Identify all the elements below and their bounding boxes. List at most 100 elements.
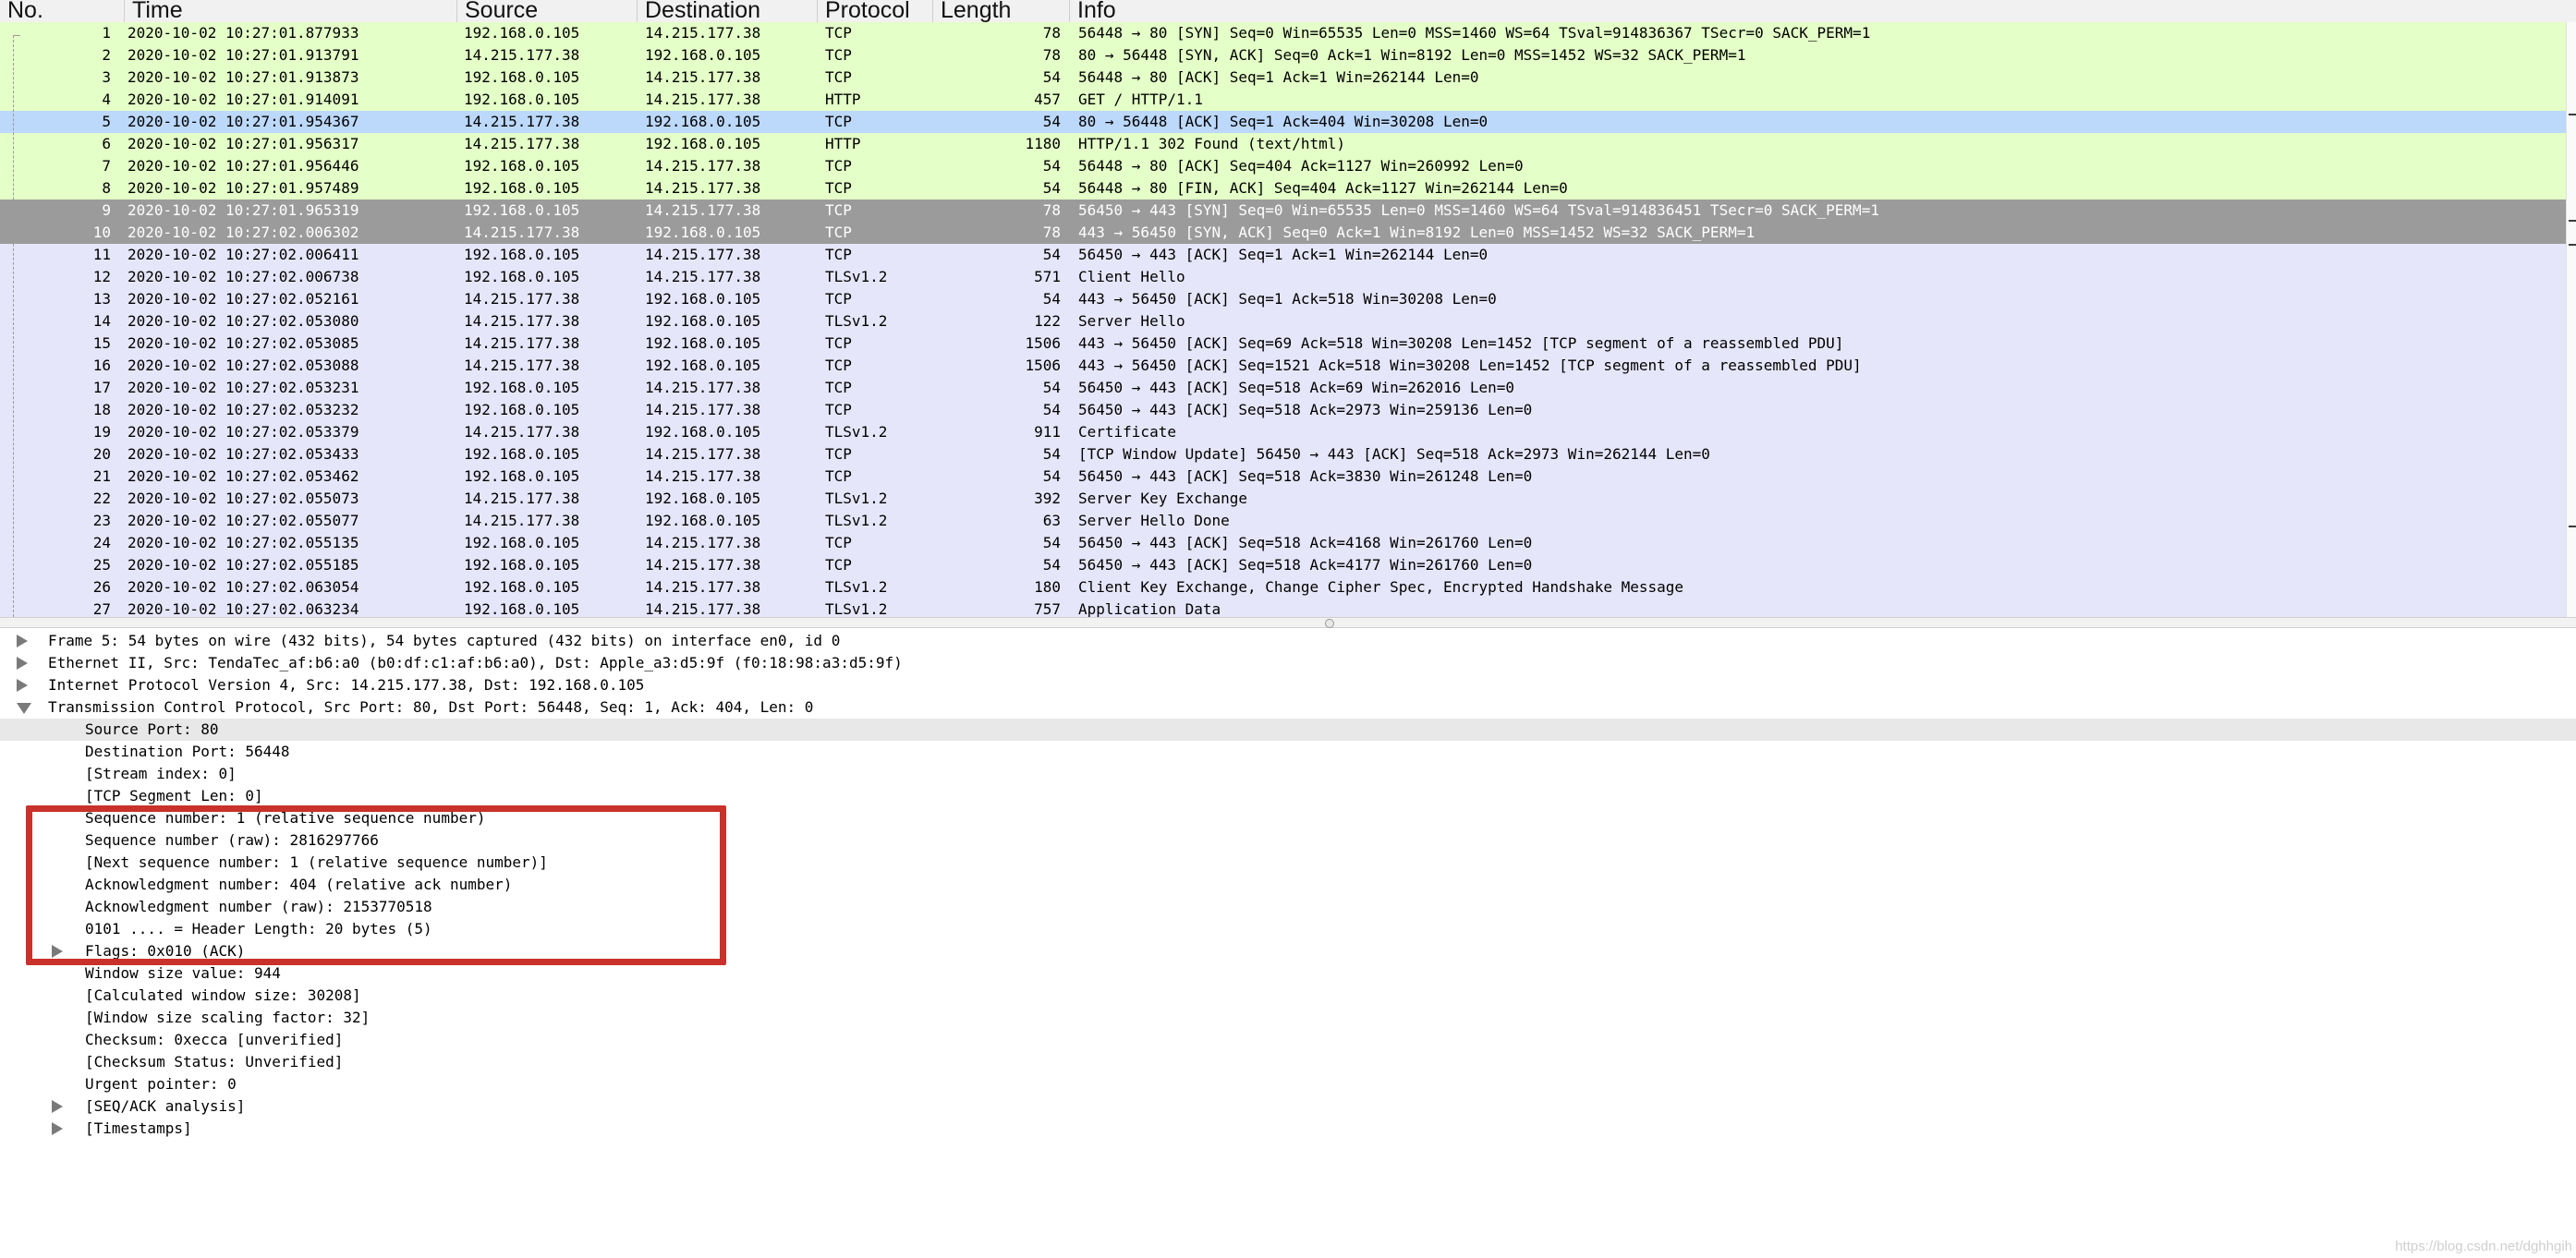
packet-row[interactable]: 25 2020-10-02 10:27:02.055185 192.168.0.10… xyxy=(0,554,2576,576)
packet-length: 54 xyxy=(1042,401,1061,418)
packet-protocol: TLSv1.2 xyxy=(825,490,888,507)
packet-source: 192.168.0.105 xyxy=(464,68,580,86)
packet-row[interactable]: 11 2020-10-02 10:27:02.006411 192.168.0.10… xyxy=(0,244,2576,266)
column-header-info[interactable]: Info xyxy=(1070,0,2576,22)
packet-length: 54 xyxy=(1042,68,1061,86)
expand-down-icon[interactable] xyxy=(17,703,31,714)
protocol-tree-node[interactable]: Frame 5: 54 bytes on wire (432 bits), 54… xyxy=(0,630,2576,652)
packet-info: Certificate xyxy=(1078,423,1176,441)
packet-length: 911 xyxy=(1034,423,1061,441)
tree-label: Transmission Control Protocol, Src Port:… xyxy=(48,698,814,716)
packet-row[interactable]: 7 2020-10-02 10:27:01.956446 192.168.0.105… xyxy=(0,155,2576,177)
expand-right-icon[interactable] xyxy=(17,679,28,692)
packet-info: 56450 → 443 [ACK] Seq=518 Ack=4177 Win=2… xyxy=(1078,556,1533,574)
packet-row[interactable]: 13 2020-10-02 10:27:02.052161 14.215.177.3… xyxy=(0,288,2576,310)
packet-row[interactable]: 9 2020-10-02 10:27:01.965319 192.168.0.105… xyxy=(0,200,2576,222)
watermark: https://blog.csdn.net/dghhgih xyxy=(2395,1239,2572,1254)
packet-destination: 192.168.0.105 xyxy=(645,423,761,441)
column-header-destination[interactable]: Destination xyxy=(638,0,818,22)
protocol-tree-field[interactable]: Urgent pointer: 0 xyxy=(0,1073,2576,1095)
packet-info: 56450 → 443 [SYN] Seq=0 Win=65535 Len=0 … xyxy=(1078,201,1879,219)
splitter-handle-icon[interactable] xyxy=(1325,619,1334,628)
column-header-time[interactable]: Time xyxy=(125,0,457,22)
packet-row[interactable]: 3 2020-10-02 10:27:01.913873 192.168.0.105… xyxy=(0,67,2576,89)
packet-info: 443 → 56450 [ACK] Seq=1521 Ack=518 Win=3… xyxy=(1078,357,1862,374)
packet-row[interactable]: 14 2020-10-02 10:27:02.053080 14.215.177.3… xyxy=(0,310,2576,333)
packet-destination: 14.215.177.38 xyxy=(645,445,761,463)
protocol-tree-node[interactable]: Internet Protocol Version 4, Src: 14.215… xyxy=(0,674,2576,696)
pane-splitter[interactable] xyxy=(0,617,2576,628)
packet-destination: 192.168.0.105 xyxy=(645,334,761,352)
column-header-bar: No. Time Source Destination Protocol Len… xyxy=(0,0,2576,23)
column-header-source[interactable]: Source xyxy=(457,0,638,22)
packet-row[interactable]: 5 2020-10-02 10:27:01.954367 14.215.177.38… xyxy=(0,111,2576,133)
packet-protocol: TCP xyxy=(825,357,852,374)
packet-info: HTTP/1.1 302 Found (text/html) xyxy=(1078,135,1345,152)
packet-list-scrollbar[interactable] xyxy=(2566,22,2576,617)
packet-info: 80 → 56448 [ACK] Seq=1 Ack=404 Win=30208… xyxy=(1078,113,1488,130)
expand-right-icon[interactable] xyxy=(52,1122,63,1135)
packet-row[interactable]: 6 2020-10-02 10:27:01.956317 14.215.177.38… xyxy=(0,133,2576,155)
packet-row[interactable]: 24 2020-10-02 10:27:02.055135 192.168.0.10… xyxy=(0,532,2576,554)
packet-row[interactable]: 23 2020-10-02 10:27:02.055077 14.215.177.3… xyxy=(0,510,2576,532)
scrollbar-marker xyxy=(2569,114,2576,115)
packet-row[interactable]: 20 2020-10-02 10:27:02.053433 192.168.0.10… xyxy=(0,443,2576,466)
packet-row[interactable]: 18 2020-10-02 10:27:02.053232 192.168.0.10… xyxy=(0,399,2576,421)
tree-label: [Stream index: 0] xyxy=(85,765,237,782)
packet-row[interactable]: 26 2020-10-02 10:27:02.063054 192.168.0.10… xyxy=(0,576,2576,599)
packet-info: 443 → 56450 [ACK] Seq=1 Ack=518 Win=3020… xyxy=(1078,290,1497,308)
packet-protocol: TCP xyxy=(825,534,852,551)
packet-protocol: TCP xyxy=(825,157,852,175)
protocol-tree-field[interactable]: [Calculated window size: 30208] xyxy=(0,985,2576,1007)
packet-list-pane[interactable]: No. Time Source Destination Protocol Len… xyxy=(0,0,2576,617)
packet-destination: 192.168.0.105 xyxy=(645,135,761,152)
protocol-tree-field[interactable]: Window size value: 944 xyxy=(0,962,2576,985)
protocol-tree-field[interactable]: [SEQ/ACK analysis] xyxy=(0,1095,2576,1118)
packet-row[interactable]: 22 2020-10-02 10:27:02.055073 14.215.177.3… xyxy=(0,488,2576,510)
protocol-tree-field[interactable]: [Stream index: 0] xyxy=(0,763,2576,785)
column-header-protocol[interactable]: Protocol xyxy=(818,0,933,22)
packet-row[interactable]: 2 2020-10-02 10:27:01.913791 14.215.177.38… xyxy=(0,44,2576,67)
packet-info: 56450 → 443 [ACK] Seq=518 Ack=2973 Win=2… xyxy=(1078,401,1533,418)
protocol-tree-field[interactable]: [TCP Segment Len: 0] xyxy=(0,785,2576,807)
packet-source: 192.168.0.105 xyxy=(464,445,580,463)
protocol-tree-field[interactable]: [Checksum Status: Unverified] xyxy=(0,1051,2576,1073)
packet-row[interactable]: 21 2020-10-02 10:27:02.053462 192.168.0.10… xyxy=(0,466,2576,488)
packet-row[interactable]: 17 2020-10-02 10:27:02.053231 192.168.0.10… xyxy=(0,377,2576,399)
packet-row[interactable]: 8 2020-10-02 10:27:01.957489 192.168.0.105… xyxy=(0,177,2576,200)
packet-protocol: TCP xyxy=(825,401,852,418)
protocol-tree-field[interactable]: [Timestamps] xyxy=(0,1118,2576,1140)
protocol-tree-node[interactable]: Ethernet II, Src: TendaTec_af:b6:a0 (b0:… xyxy=(0,652,2576,674)
packet-row[interactable]: 1 2020-10-02 10:27:01.877933 192.168.0.105… xyxy=(0,22,2576,44)
packet-destination: 192.168.0.105 xyxy=(645,113,761,130)
packet-row[interactable]: 4 2020-10-02 10:27:01.914091 192.168.0.105… xyxy=(0,89,2576,111)
packet-protocol: TCP xyxy=(825,113,852,130)
packet-source: 192.168.0.105 xyxy=(464,534,580,551)
protocol-tree-field[interactable]: [Window size scaling factor: 32] xyxy=(0,1007,2576,1029)
protocol-tree-node[interactable]: Transmission Control Protocol, Src Port:… xyxy=(0,696,2576,719)
tree-label: Ethernet II, Src: TendaTec_af:b6:a0 (b0:… xyxy=(48,654,903,671)
packet-info: 443 → 56450 [SYN, ACK] Seq=0 Ack=1 Win=8… xyxy=(1078,224,1756,241)
expand-right-icon[interactable] xyxy=(52,1100,63,1113)
expand-right-icon[interactable] xyxy=(17,657,28,670)
packet-length: 78 xyxy=(1042,224,1061,241)
packet-row[interactable]: 15 2020-10-02 10:27:02.053085 14.215.177.3… xyxy=(0,333,2576,355)
packet-destination: 14.215.177.38 xyxy=(645,467,761,485)
protocol-tree-field[interactable]: Destination Port: 56448 xyxy=(0,741,2576,763)
packet-row[interactable]: 27 2020-10-02 10:27:02.063234 192.168.0.10… xyxy=(0,599,2576,617)
packet-source: 14.215.177.38 xyxy=(464,334,580,352)
packet-info: Server Hello Done xyxy=(1078,512,1230,529)
packet-row[interactable]: 19 2020-10-02 10:27:02.053379 14.215.177.3… xyxy=(0,421,2576,443)
column-header-length[interactable]: Length xyxy=(933,0,1070,22)
protocol-tree-field[interactable]: Source Port: 80 xyxy=(0,719,2576,741)
packet-length: 54 xyxy=(1042,290,1061,308)
expand-right-icon[interactable] xyxy=(17,635,28,647)
packet-row[interactable]: 10 2020-10-02 10:27:02.006302 14.215.177.3… xyxy=(0,222,2576,244)
packet-time: 2020-10-02 10:27:02.006738 xyxy=(128,268,359,285)
column-header-no[interactable]: No. xyxy=(0,0,125,22)
protocol-tree-field[interactable]: Checksum: 0xecca [unverified] xyxy=(0,1029,2576,1051)
packet-row[interactable]: 12 2020-10-02 10:27:02.006738 192.168.0.10… xyxy=(0,266,2576,288)
packet-row[interactable]: 16 2020-10-02 10:27:02.053088 14.215.177.3… xyxy=(0,355,2576,377)
packet-length: 1506 xyxy=(1025,357,1061,374)
packet-source: 192.168.0.105 xyxy=(464,91,580,108)
